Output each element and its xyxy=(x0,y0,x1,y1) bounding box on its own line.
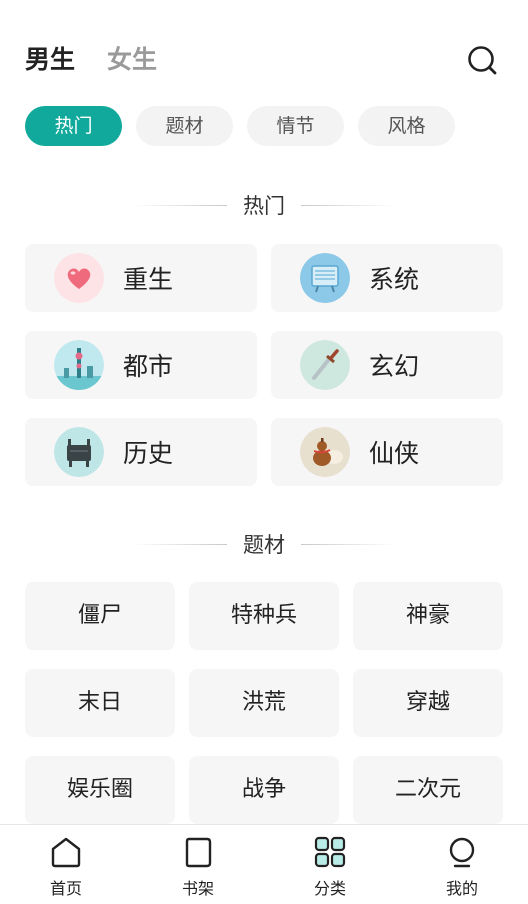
theme-item[interactable]: 僵尸 xyxy=(25,582,175,650)
hot-item-history[interactable]: 历史 xyxy=(25,418,257,486)
bookshelf-icon xyxy=(185,837,212,868)
category-grid-icon xyxy=(314,836,346,868)
divider-line xyxy=(301,204,397,206)
bronze-ding-icon xyxy=(54,427,104,477)
hot-section-title: 热门 xyxy=(243,194,285,218)
nav-bookshelf-label: 书架 xyxy=(181,879,214,898)
tab-female[interactable]: 女生 xyxy=(107,40,157,80)
pill-style[interactable]: 风格 xyxy=(358,106,455,146)
hot-item-label: 都市 xyxy=(123,352,174,381)
nav-category[interactable]: 分类 xyxy=(264,825,396,904)
hot-item-label: 重生 xyxy=(123,265,174,294)
profile-icon xyxy=(449,837,475,868)
tab-male[interactable]: 男生 xyxy=(25,40,75,80)
hot-item-label: 历史 xyxy=(123,439,174,468)
theme-section-title: 题材 xyxy=(243,533,285,557)
divider-line xyxy=(131,543,227,545)
category-page: 男生 女生 热门 题材 情节 风格 热门 重生 系统 都市 玄幻 历史 仙侠 题… xyxy=(0,0,528,904)
theme-item[interactable]: 洪荒 xyxy=(189,669,339,737)
pill-hot[interactable]: 热门 xyxy=(25,106,122,146)
theme-item[interactable]: 特种兵 xyxy=(189,582,339,650)
search-button[interactable] xyxy=(464,42,500,78)
city-tower-icon xyxy=(54,340,104,390)
home-icon xyxy=(51,837,81,868)
divider-line xyxy=(131,204,227,206)
pill-plot[interactable]: 情节 xyxy=(247,106,344,146)
theme-item[interactable]: 二次元 xyxy=(353,756,503,824)
nav-bookshelf[interactable]: 书架 xyxy=(132,825,264,904)
pill-theme[interactable]: 题材 xyxy=(136,106,233,146)
divider-line xyxy=(301,543,397,545)
gender-tabs: 男生 女生 xyxy=(25,40,157,80)
bottom-nav: 首页 书架 分类 我的 xyxy=(0,824,528,904)
nav-home-label: 首页 xyxy=(49,879,82,898)
hot-item-label: 系统 xyxy=(369,265,420,294)
nav-profile[interactable]: 我的 xyxy=(396,825,528,904)
hot-item-label: 仙侠 xyxy=(369,439,420,468)
hot-item-xianxia[interactable]: 仙侠 xyxy=(271,418,503,486)
sword-icon xyxy=(300,340,350,390)
nav-profile-label: 我的 xyxy=(445,879,478,898)
theme-section-header: 题材 xyxy=(0,529,528,559)
gourd-icon xyxy=(300,427,350,477)
theme-item[interactable]: 神豪 xyxy=(353,582,503,650)
hot-item-label: 玄幻 xyxy=(369,352,420,381)
heart-icon xyxy=(54,253,104,303)
category-pills: 热门 题材 情节 风格 xyxy=(25,106,455,146)
hot-item-system[interactable]: 系统 xyxy=(271,244,503,312)
hot-item-urban[interactable]: 都市 xyxy=(25,331,257,399)
nav-home[interactable]: 首页 xyxy=(0,825,132,904)
theme-item[interactable]: 末日 xyxy=(25,669,175,737)
hot-item-fantasy[interactable]: 玄幻 xyxy=(271,331,503,399)
theme-item[interactable]: 娱乐圈 xyxy=(25,756,175,824)
hot-grid: 重生 系统 都市 玄幻 历史 仙侠 xyxy=(25,244,503,486)
hot-section-header: 热门 xyxy=(0,190,528,220)
screen-icon xyxy=(300,253,350,303)
hot-item-rebirth[interactable]: 重生 xyxy=(25,244,257,312)
theme-item[interactable]: 战争 xyxy=(189,756,339,824)
theme-grid: 僵尸 特种兵 神豪 末日 洪荒 穿越 娱乐圈 战争 二次元 xyxy=(25,582,503,824)
search-icon xyxy=(468,46,497,75)
nav-category-label: 分类 xyxy=(313,879,346,898)
theme-item[interactable]: 穿越 xyxy=(353,669,503,737)
